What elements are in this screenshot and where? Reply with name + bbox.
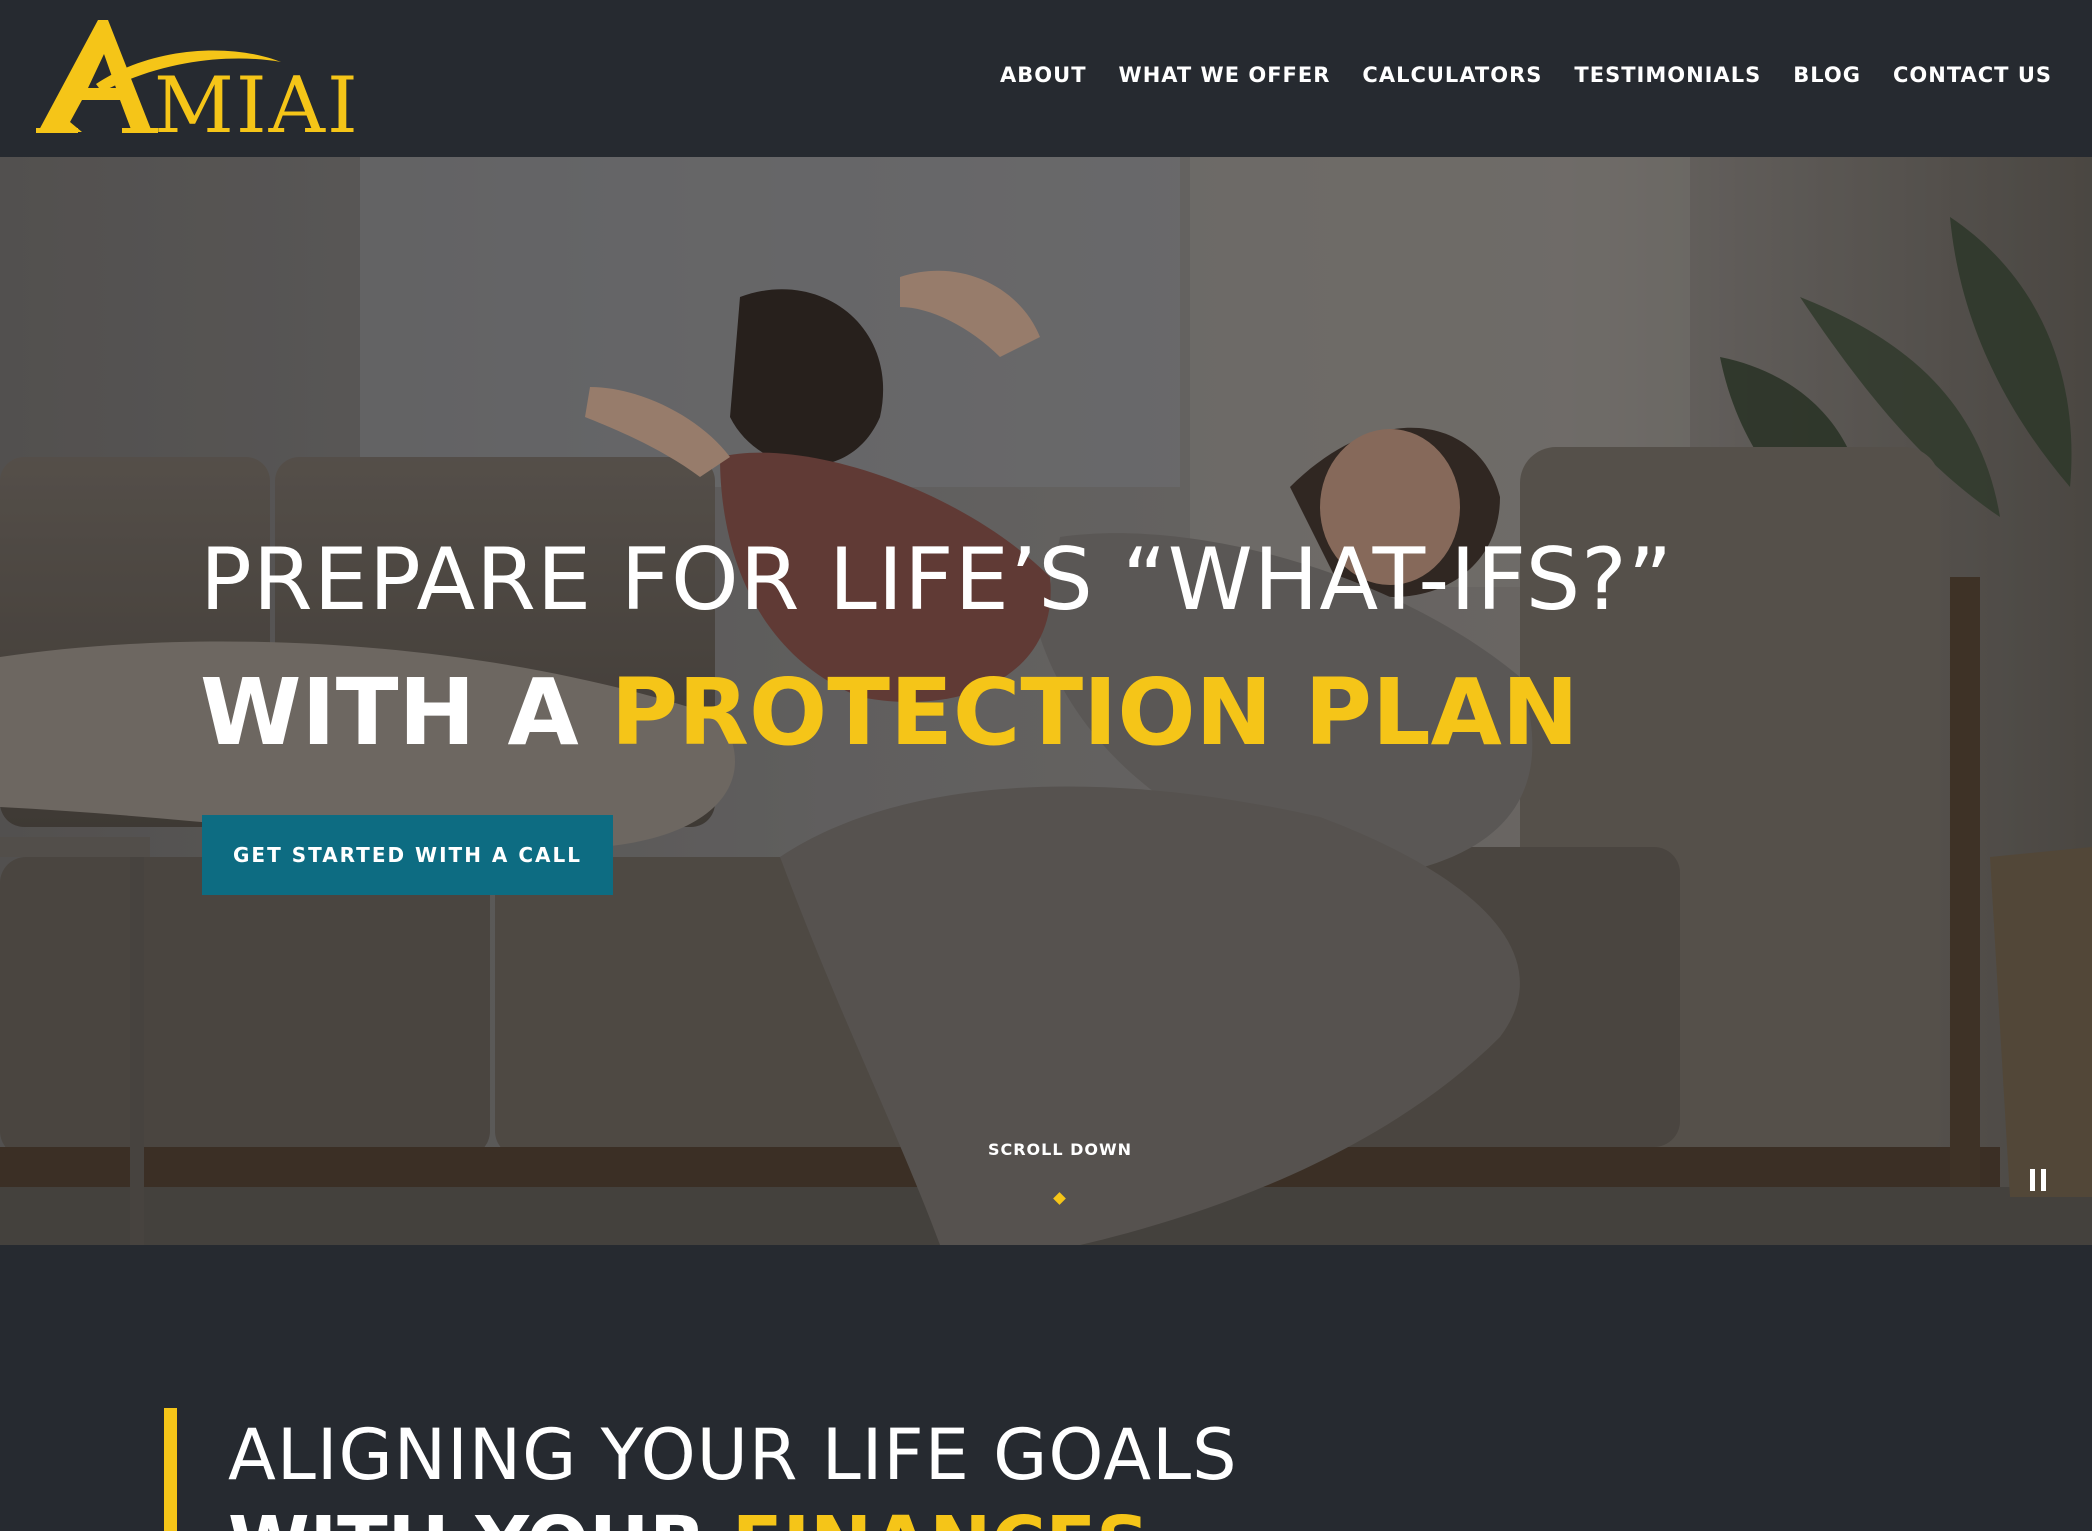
logo-mark: MIAI — [36, 20, 360, 138]
nav-blog[interactable]: BLOG — [1793, 63, 1861, 87]
hero-title-line2: WITH A PROTECTION PLAN — [200, 667, 1579, 759]
section-accent-bar — [164, 1408, 177, 1531]
pause-icon-bar — [2041, 1169, 2046, 1191]
hero: PREPARE FOR LIFE’S “WHAT-IFS?” WITH A PR… — [0, 157, 2092, 1245]
section-title-line1: ALIGNING YOUR LIFE GOALS — [228, 1414, 1238, 1496]
hero-title-line2-prefix: WITH A — [200, 659, 611, 766]
section-title-line2: WITH YOUR FINANCES — [228, 1507, 1149, 1531]
site-header: MIAI ABOUT WHAT WE OFFER CALCULATORS TES… — [0, 0, 2092, 157]
nav-calculators[interactable]: CALCULATORS — [1362, 63, 1542, 87]
section-title-line2-accent: FINANCES — [732, 1501, 1149, 1531]
aligning-goals-section: ALIGNING YOUR LIFE GOALS WITH YOUR FINAN… — [0, 1245, 2092, 1531]
hero-title-line2-accent: PROTECTION PLAN — [610, 659, 1579, 766]
pause-icon — [2030, 1169, 2035, 1191]
svg-text:MIAI: MIAI — [154, 61, 360, 138]
nav-testimonials[interactable]: TESTIMONIALS — [1574, 63, 1761, 87]
nav-contact-us[interactable]: CONTACT US — [1893, 63, 2052, 87]
nav-what-we-offer[interactable]: WHAT WE OFFER — [1119, 63, 1331, 87]
hero-title-line1: PREPARE FOR LIFE’S “WHAT-IFS?” — [200, 530, 1674, 630]
pause-button[interactable] — [2026, 1167, 2050, 1195]
logo[interactable]: MIAI — [36, 14, 372, 138]
main-nav: ABOUT WHAT WE OFFER CALCULATORS TESTIMON… — [1000, 58, 2052, 92]
section-title-line2-prefix: WITH YOUR — [228, 1501, 732, 1531]
get-started-call-button[interactable]: GET STARTED WITH A CALL — [202, 815, 613, 895]
nav-about[interactable]: ABOUT — [1000, 63, 1087, 87]
scroll-down-link[interactable]: SCROLL DOWN — [960, 1140, 1160, 1159]
